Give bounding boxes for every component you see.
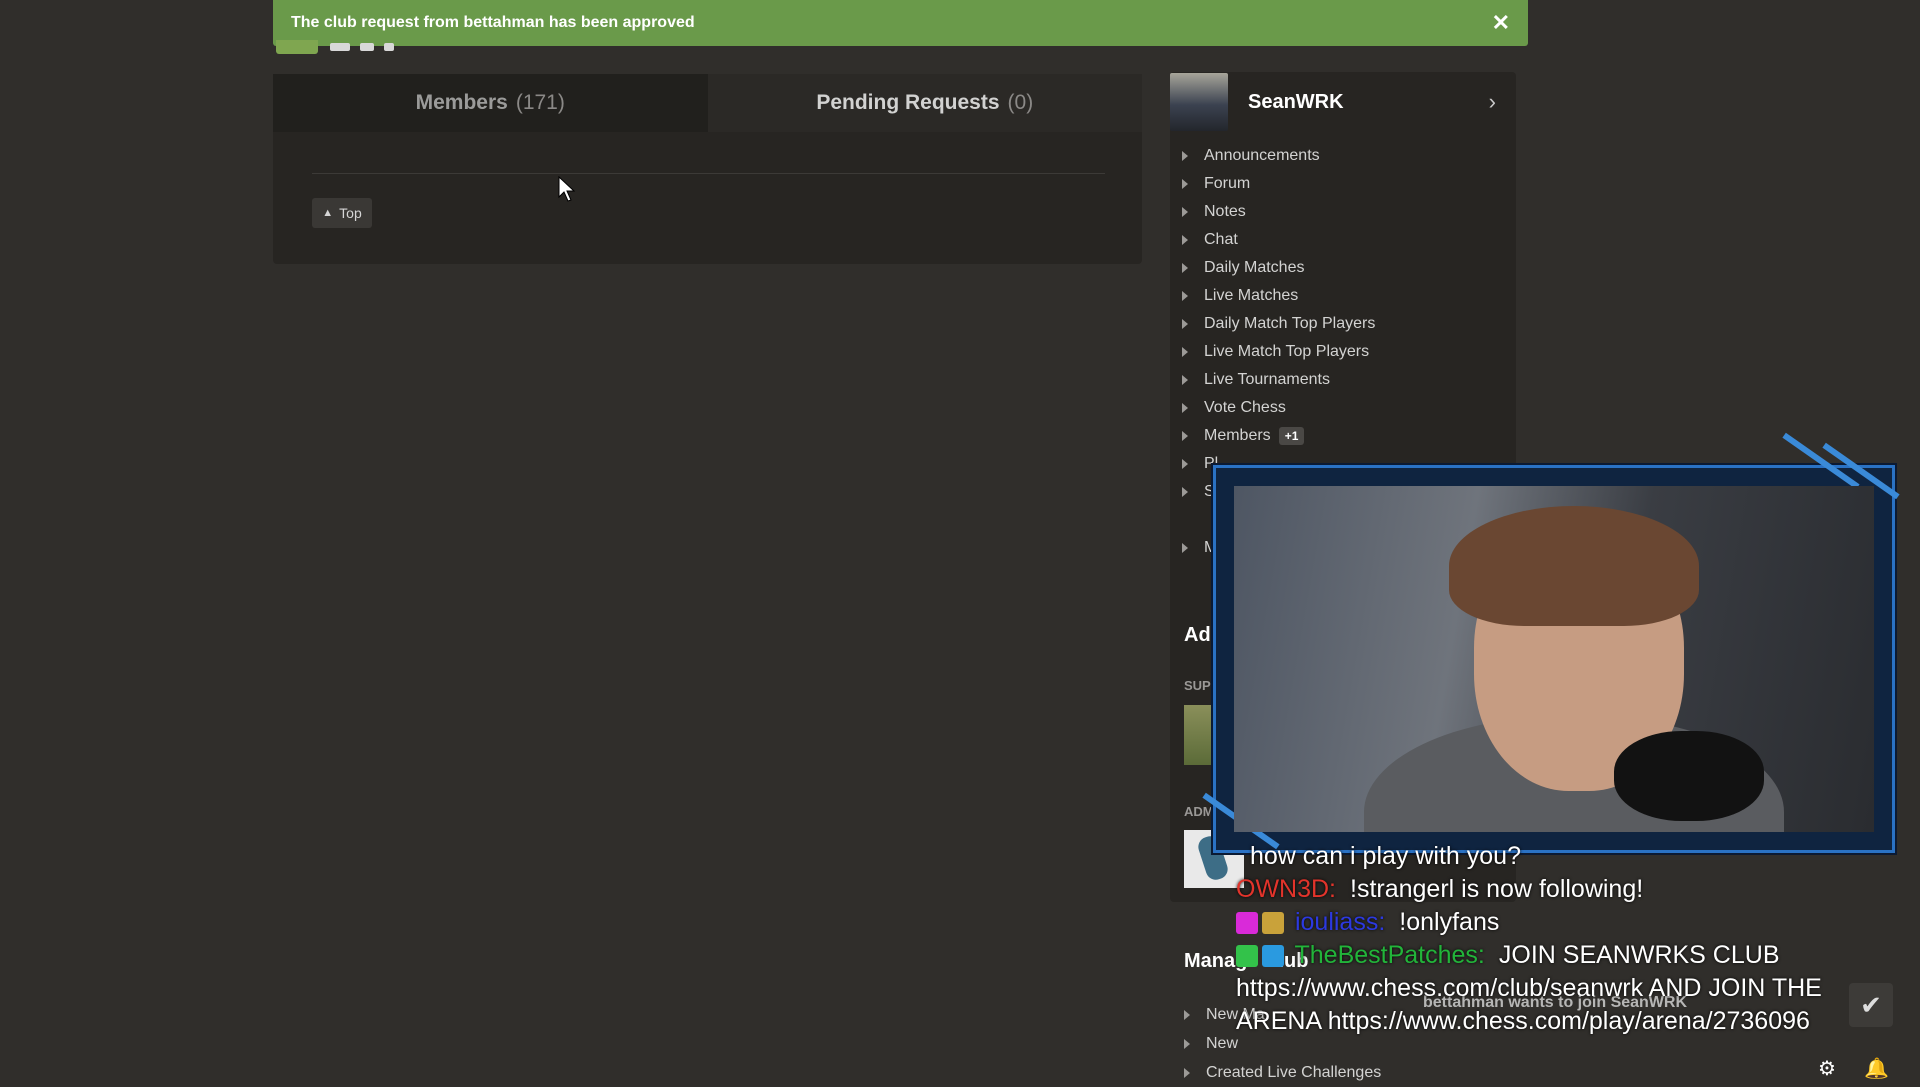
avatar	[1170, 73, 1228, 131]
top-button[interactable]: ▲ Top	[312, 198, 372, 228]
caret-right-icon	[1182, 487, 1188, 497]
webcam-video	[1234, 486, 1874, 832]
caret-right-icon	[1182, 291, 1188, 301]
chat-text: how can i play with you?	[1250, 842, 1521, 870]
nav-label: Chat	[1204, 231, 1238, 248]
caret-right-icon	[1184, 1009, 1190, 1020]
nav-item-live-top-players[interactable]: Live Match Top Players	[1182, 338, 1375, 366]
chat-text: !onlyfans	[1399, 908, 1500, 936]
subscriber-badge-icon	[1236, 912, 1258, 935]
chess-knight-icon	[1262, 912, 1284, 935]
checkmark-icon: ✔	[1860, 989, 1882, 1020]
manage-item-live-challenges[interactable]: Created Live Challenges	[1184, 1058, 1381, 1087]
chat-message: OWN3D: !strangerl is now following!	[1236, 873, 1916, 906]
nav-label: Notes	[1204, 203, 1246, 220]
caret-right-icon	[1182, 543, 1188, 553]
nav-item-notes[interactable]: Notes	[1182, 198, 1375, 226]
nav-label: Members	[1204, 427, 1271, 444]
top-button-label: Top	[339, 205, 362, 221]
nav-item-chat[interactable]: Chat	[1182, 226, 1375, 254]
caret-right-icon	[1182, 403, 1188, 413]
manage-label: New	[1206, 1034, 1239, 1052]
chat-text: !strangerl is now following!	[1350, 875, 1644, 903]
tab-pending-requests[interactable]: Pending Requests (0)	[707, 74, 1142, 132]
caret-right-icon	[1182, 235, 1188, 245]
caret-right-icon	[1182, 263, 1188, 273]
caret-right-icon	[1182, 347, 1188, 357]
club-profile-link[interactable]: SeanWRK ›	[1170, 72, 1516, 132]
tab-members-label: Members	[415, 91, 508, 114]
members-card: Members (171) Pending Requests (0) ▲ Top	[273, 74, 1142, 264]
nav-label: Live Match Top Players	[1204, 343, 1370, 360]
toast-message: The club request from bettahman has been…	[291, 14, 695, 31]
chat-message: iouliass: !onlyfans	[1236, 906, 1916, 939]
chat-user: TheBestPatches:	[1294, 941, 1485, 969]
nav-item-live-matches[interactable]: Live Matches	[1182, 282, 1375, 310]
nav-item-forum[interactable]: Forum	[1182, 170, 1375, 198]
nav-label: Daily Match Top Players	[1204, 315, 1376, 332]
nav-label: Live Tournaments	[1204, 371, 1330, 388]
super-admin-label: SUP	[1184, 678, 1211, 693]
admin-label: ADM	[1184, 804, 1214, 819]
manage-label: Created Live Challenges	[1206, 1063, 1382, 1081]
divider	[312, 173, 1105, 174]
club-flag-icon	[276, 40, 318, 54]
nav-label: Vote Chess	[1204, 399, 1286, 416]
tab-bar: Members (171) Pending Requests (0)	[273, 74, 1142, 132]
bell-icon[interactable]: 🔔	[1864, 1056, 1889, 1081]
nav-label: Daily Matches	[1204, 259, 1305, 276]
prime-badge-icon	[1262, 945, 1284, 968]
stream-chat: how can i play with you? OWN3D: !stranger…	[1236, 840, 1916, 1038]
mouse-cursor-icon	[558, 176, 576, 202]
moderator-badge-icon	[1236, 945, 1258, 968]
caret-right-icon	[1182, 459, 1188, 469]
tab-pending-count: (0)	[1007, 91, 1034, 114]
gear-icon[interactable]: ⚙	[1818, 1056, 1836, 1081]
avatar[interactable]	[1184, 705, 1214, 765]
nav-item-daily-top-players[interactable]: Daily Match Top Players	[1182, 310, 1375, 338]
chat-user: iouliass:	[1294, 908, 1386, 936]
caret-right-icon	[1182, 319, 1188, 329]
tab-members[interactable]: Members (171)	[273, 74, 708, 132]
microphone-icon	[1614, 731, 1764, 821]
nav-item-live-tournaments[interactable]: Live Tournaments	[1182, 366, 1375, 394]
members-badge: +1	[1278, 427, 1305, 445]
chevron-right-icon: ›	[1488, 89, 1496, 114]
caret-right-icon	[1184, 1067, 1190, 1078]
close-icon[interactable]: ✕	[1492, 12, 1510, 34]
bottom-toolbar: ⚙ 🔔	[1818, 1056, 1889, 1081]
chevron-up-icon: ▲	[322, 207, 334, 219]
page-title-fragment	[330, 38, 590, 51]
club-name: SeanWRK	[1248, 90, 1344, 113]
chat-message: how can i play with you?	[1236, 840, 1916, 873]
tab-members-count: (171)	[515, 91, 565, 114]
nav-label: Forum	[1204, 175, 1251, 192]
nav-item-members[interactable]: Members +1	[1182, 422, 1375, 450]
caret-right-icon	[1182, 431, 1188, 441]
caret-right-icon	[1182, 179, 1188, 189]
nav-item-daily-matches[interactable]: Daily Matches	[1182, 254, 1375, 282]
chat-message: TheBestPatches: JOIN SEANWRKS CLUB https:…	[1236, 939, 1856, 1038]
nav-item-announcements[interactable]: Announcements	[1182, 142, 1375, 170]
nav-label: Announcements	[1204, 147, 1320, 164]
tab-pending-label: Pending Requests	[816, 91, 1000, 114]
nav-item-vote-chess[interactable]: Vote Chess	[1182, 394, 1375, 422]
webcam-overlay	[1202, 432, 1900, 853]
caret-right-icon	[1182, 375, 1188, 385]
nav-label: Live Matches	[1204, 287, 1299, 304]
caret-right-icon	[1182, 207, 1188, 217]
streamer-hair	[1449, 506, 1699, 626]
chat-user: OWN3D:	[1236, 875, 1336, 903]
caret-right-icon	[1184, 1038, 1190, 1049]
admins-heading: Ad	[1184, 624, 1211, 646]
accept-request-button[interactable]: ✔	[1849, 983, 1893, 1027]
caret-right-icon	[1182, 151, 1188, 161]
